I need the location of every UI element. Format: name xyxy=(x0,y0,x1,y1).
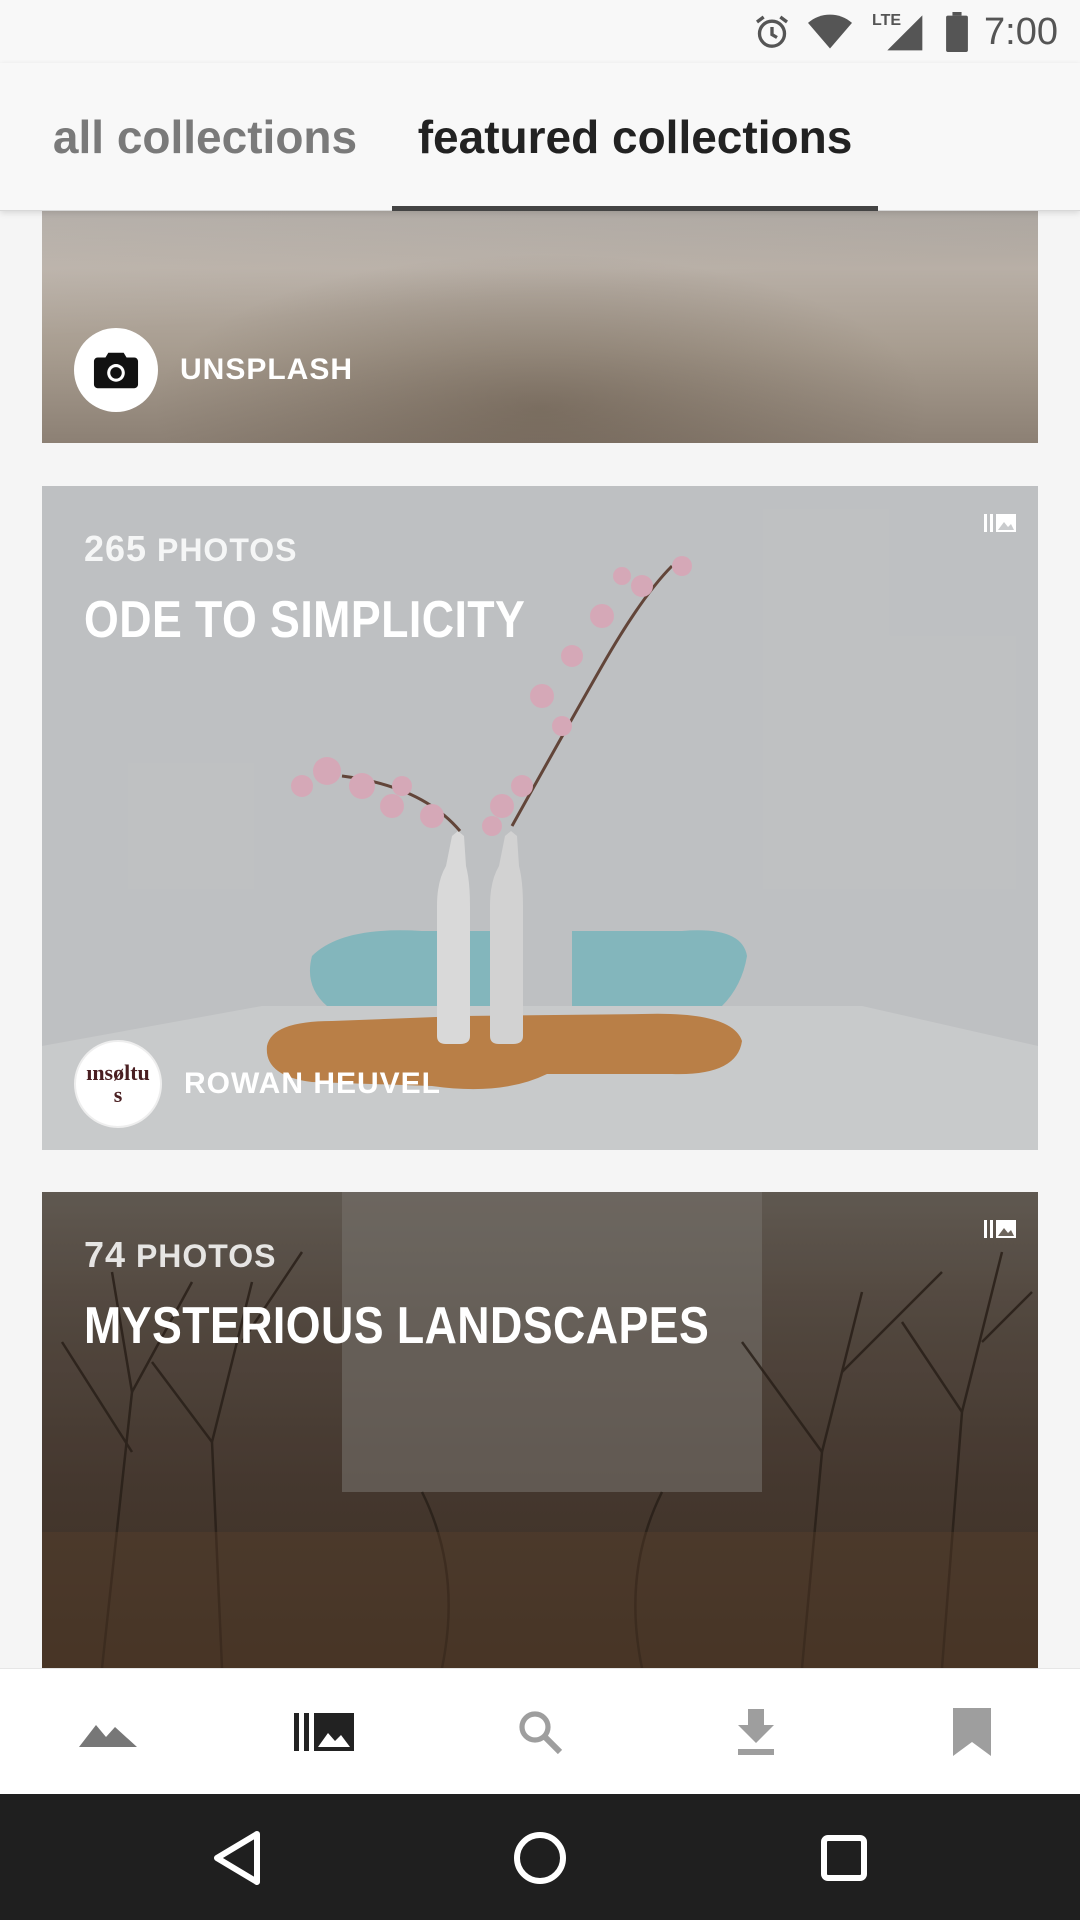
collection-title: ODE TO SIMPLICITY xyxy=(84,591,526,649)
mountain-icon xyxy=(79,1725,137,1747)
camera-icon xyxy=(93,352,139,389)
system-navigation-bar xyxy=(0,1794,1080,1920)
bookmark-icon xyxy=(953,1708,991,1756)
alarm-icon xyxy=(750,10,794,54)
back-button[interactable] xyxy=(200,1822,272,1894)
wifi-icon xyxy=(808,10,853,54)
author-name: UNSPLASH xyxy=(180,353,354,386)
collection-author[interactable]: ınsøltus ROWAN HEUVEL xyxy=(74,1040,441,1128)
avatar: ınsøltus xyxy=(74,1040,162,1128)
collection-icon xyxy=(984,512,1016,534)
collection-icon xyxy=(984,1218,1016,1240)
nav-search[interactable] xyxy=(432,1669,648,1795)
nav-saved[interactable] xyxy=(864,1669,1080,1795)
tab-bar: all collections featured collections xyxy=(0,63,1080,211)
status-icons: LTE 7:00 xyxy=(750,8,1058,56)
avatar xyxy=(74,328,158,412)
collections-icon xyxy=(294,1713,354,1751)
photo-count: 74 PHOTOS xyxy=(84,1234,277,1275)
tab-all-collections[interactable]: all collections xyxy=(30,63,380,210)
home-icon xyxy=(514,1832,566,1884)
recents-icon xyxy=(821,1835,867,1881)
active-tab-indicator xyxy=(392,206,878,211)
clock: 7:00 xyxy=(984,10,1058,53)
home-button[interactable] xyxy=(504,1822,576,1894)
collection-author[interactable]: UNSPLASH xyxy=(74,328,353,412)
signal-icon: LTE xyxy=(866,10,930,54)
collection-card[interactable]: 265 PHOTOS ODE TO SIMPLICITY ınsøltus RO… xyxy=(42,486,1038,1150)
download-icon xyxy=(738,1709,774,1755)
bottom-navigation xyxy=(0,1668,1080,1795)
back-icon xyxy=(214,1831,260,1885)
photo-count: 265 PHOTOS xyxy=(84,528,298,569)
collections-list[interactable]: UNSPLASH 265 PHOTOS ODE TO SIMPLICITY ın… xyxy=(0,210,1080,1668)
nav-photos[interactable] xyxy=(0,1669,216,1795)
nav-collections[interactable] xyxy=(216,1669,432,1795)
collection-title: MYSTERIOUS LANDSCAPES xyxy=(84,1297,710,1355)
search-icon xyxy=(519,1711,563,1755)
collection-card[interactable]: UNSPLASH xyxy=(42,210,1038,443)
collection-card[interactable]: 74 PHOTOS MYSTERIOUS LANDSCAPES xyxy=(42,1192,1038,1668)
recents-button[interactable] xyxy=(808,1822,880,1894)
battery-icon xyxy=(944,10,970,54)
author-name: ROWAN HEUVEL xyxy=(184,1067,442,1100)
avatar-text: ınsøltus xyxy=(86,1060,150,1107)
tab-featured-collections[interactable]: featured collections xyxy=(392,63,878,210)
nav-downloads[interactable] xyxy=(648,1669,864,1795)
status-bar: LTE 7:00 xyxy=(0,0,1080,63)
